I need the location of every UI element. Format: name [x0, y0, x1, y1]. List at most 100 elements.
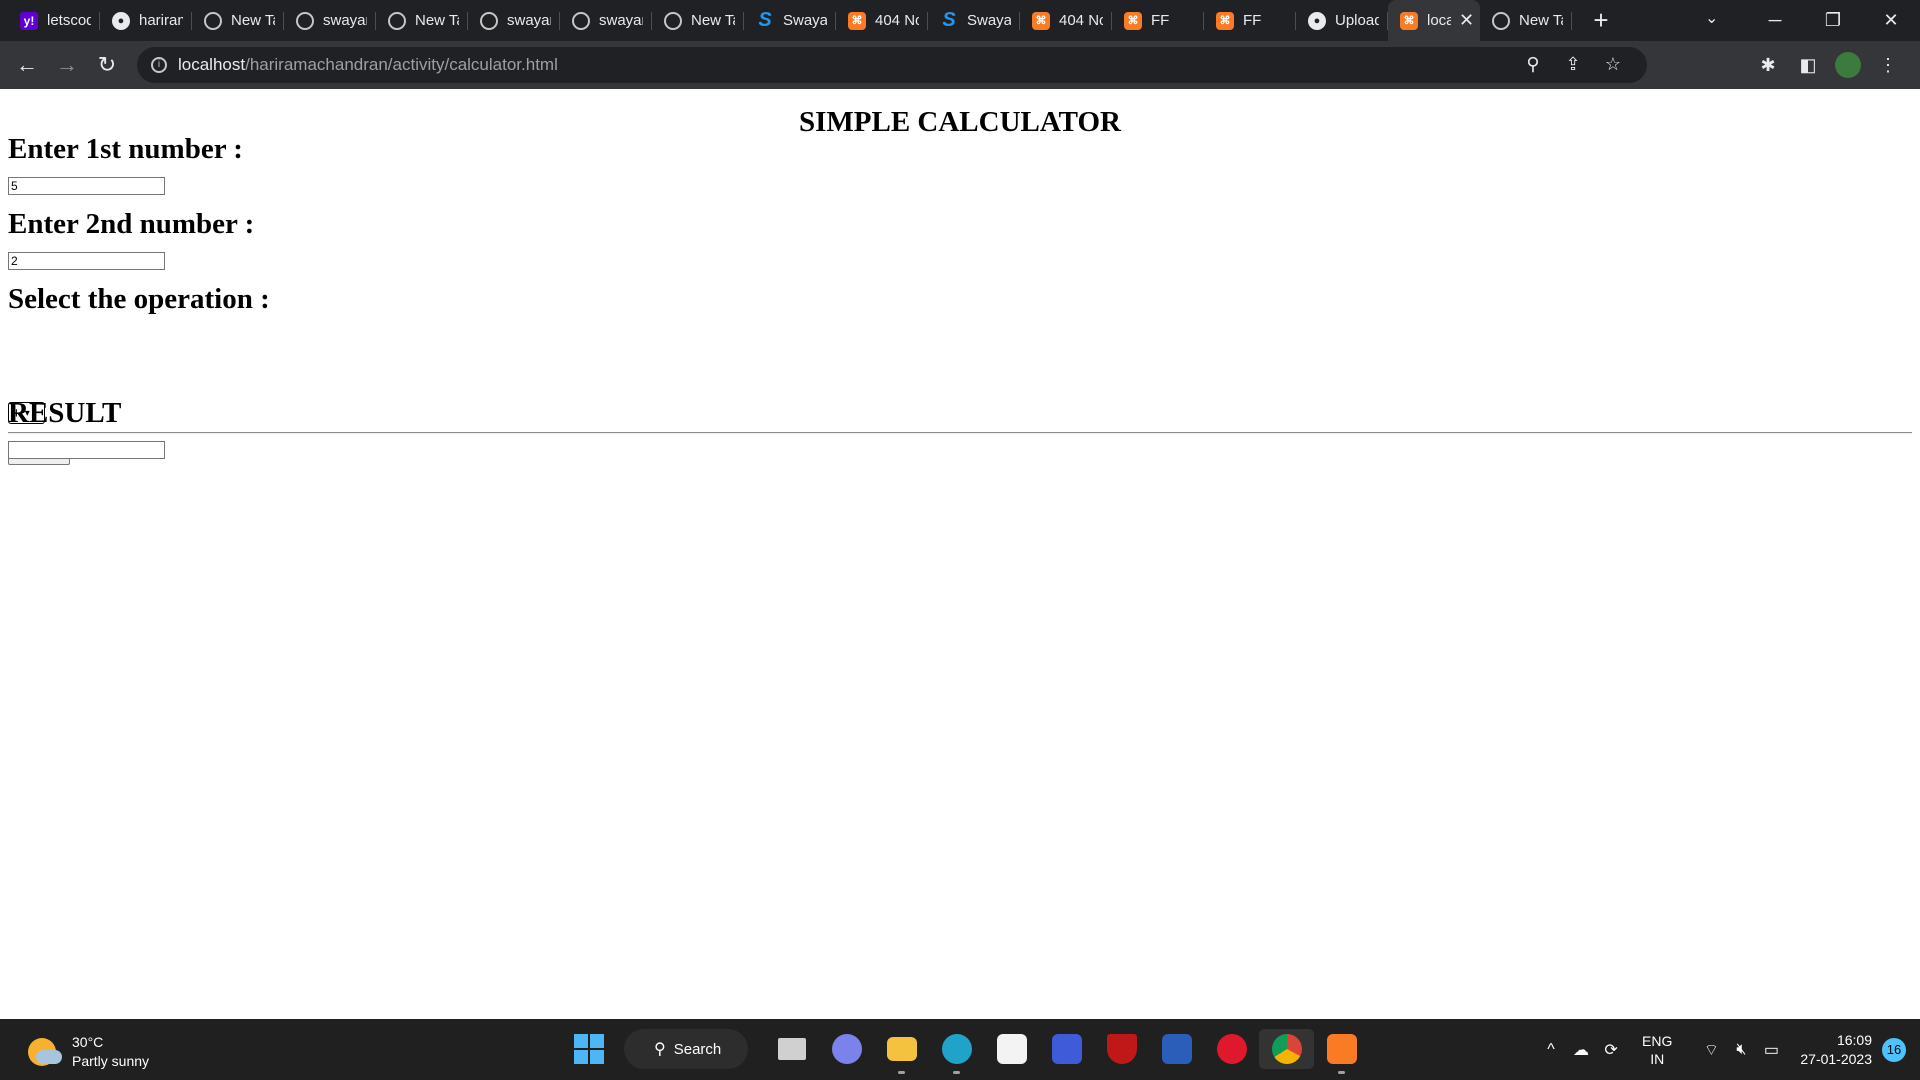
window-controls: ─ ❐ ✕ [1746, 0, 1920, 41]
editor-app-icon[interactable] [1039, 1029, 1094, 1069]
weather-text: 30°C Partly sunny [72, 1033, 149, 1071]
start-button[interactable] [574, 1034, 604, 1064]
browser-tab[interactable]: S Swayam [744, 0, 836, 41]
tab-search-chevron-icon[interactable]: ⌄ [1705, 8, 1718, 28]
onedrive-icon[interactable]: ☁ [1566, 1040, 1596, 1060]
globe-icon [204, 11, 222, 30]
browser-tab[interactable]: ● hariram [100, 0, 192, 41]
globe-icon [388, 11, 406, 30]
show-hidden-icons-icon[interactable]: ^ [1536, 1041, 1566, 1059]
taskbar-apps: ⚲ Search [574, 1029, 1369, 1074]
xampp-icon: ⌘ [1400, 11, 1418, 30]
edge-browser-icon[interactable] [929, 1029, 984, 1074]
file-explorer-icon[interactable] [874, 1029, 929, 1074]
address-bar-actions: ⚲ ⇪ ☆ [1513, 54, 1633, 75]
url-text[interactable]: localhost/hariramachandran/activity/calc… [178, 55, 558, 75]
browser-tab[interactable]: ⌘ localhost ✕ [1388, 0, 1480, 41]
task-view-icon[interactable] [764, 1029, 819, 1069]
xampp-icon[interactable] [1314, 1029, 1369, 1074]
close-tab-icon[interactable]: ✕ [1459, 10, 1474, 31]
browser-tabstrip: y! letscode ● hariram New Tab swayam New Tab sw… [0, 0, 1920, 41]
github-icon: ● [112, 11, 130, 30]
language-indicator[interactable]: ENG IN [1642, 1032, 1672, 1068]
notification-badge[interactable]: 16 [1882, 1037, 1906, 1062]
bookmark-star-icon[interactable]: ☆ [1593, 54, 1633, 75]
browser-tab[interactable]: ● Upload [1296, 0, 1388, 41]
tab-label: Swayam [783, 12, 827, 29]
browser-tab[interactable]: ⌘ FF [1204, 0, 1296, 41]
speaker-muted-icon[interactable]: 🔇︎ [1726, 1041, 1756, 1059]
browser-tab[interactable]: New Tab [376, 0, 468, 41]
wifi-icon[interactable]: ⌔ [1696, 1040, 1726, 1060]
url-host: localhost [178, 55, 246, 74]
browser-tab[interactable]: y! letscode [8, 0, 100, 41]
weather-condition: Partly sunny [72, 1053, 150, 1069]
page-content: SIMPLE CALCULATOR Enter 1st number : Ent… [0, 89, 1920, 1019]
share-icon[interactable]: ⇪ [1553, 54, 1593, 75]
github-icon: ● [1308, 11, 1326, 30]
globe-icon [480, 11, 498, 30]
tab-label: 404 Not [875, 12, 919, 29]
close-window-button[interactable]: ✕ [1862, 10, 1920, 31]
side-panel-icon[interactable]: ◧ [1788, 55, 1828, 76]
browser-tab[interactable]: ⌘ FF [1112, 0, 1204, 41]
tab-label: localhost [1427, 12, 1451, 29]
tab-list: y! letscode ● hariram New Tab swayam New Tab sw… [0, 0, 1572, 41]
profile-avatar[interactable] [1835, 52, 1861, 78]
browser-tab[interactable]: swayam [560, 0, 652, 41]
browser-tab[interactable]: New Tab [1480, 0, 1572, 41]
weather-temperature: 30°C [72, 1034, 104, 1050]
mcafee-icon[interactable] [1094, 1029, 1149, 1069]
minimize-button[interactable]: ─ [1746, 10, 1804, 31]
word-icon[interactable] [1149, 1029, 1204, 1069]
xampp-icon: ⌘ [1124, 11, 1142, 30]
first-number-input[interactable] [8, 177, 165, 195]
taskbar-search[interactable]: ⚲ Search [624, 1029, 748, 1069]
browser-tab[interactable]: S Swayam [928, 0, 1020, 41]
browser-tab[interactable]: New Tab [652, 0, 744, 41]
address-bar[interactable]: i localhost/hariramachandran/activity/ca… [137, 47, 1647, 83]
tab-label: swayam [507, 12, 551, 29]
forward-button[interactable]: → [53, 51, 81, 79]
result-output[interactable] [8, 441, 165, 459]
back-button[interactable]: ← [13, 51, 41, 79]
first-number-label: Enter 1st number : [8, 133, 243, 165]
weather-widget[interactable]: 30°C Partly sunny [28, 1033, 149, 1071]
result-heading: RESULT [8, 397, 122, 429]
chrome-icon[interactable] [1259, 1029, 1314, 1069]
xampp-icon: ⌘ [1032, 11, 1050, 30]
zoom-icon[interactable]: ⚲ [1513, 54, 1553, 75]
restore-button[interactable]: ❐ [1804, 10, 1862, 31]
toolbar-right-icons: ✱ ◧ ⋮ [1748, 52, 1908, 78]
new-tab-button[interactable]: + [1586, 5, 1616, 36]
tab-label: New Tab [415, 12, 459, 29]
site-info-icon[interactable]: i [151, 57, 167, 73]
globe-icon [296, 11, 314, 30]
microsoft-store-icon[interactable] [984, 1029, 1039, 1069]
opera-icon[interactable] [1204, 1029, 1259, 1069]
browser-tab[interactable]: ⌘ 404 Not [836, 0, 928, 41]
yahoo-icon: y! [20, 11, 38, 30]
second-number-input[interactable] [8, 252, 165, 270]
sync-icon[interactable]: ⟳ [1596, 1040, 1626, 1060]
battery-icon[interactable]: ▭ [1756, 1040, 1786, 1060]
tab-label: hariram [139, 12, 183, 29]
teams-chat-icon[interactable] [819, 1029, 874, 1069]
swayam-icon: S [942, 9, 956, 31]
menu-kebab-icon[interactable]: ⋮ [1868, 55, 1908, 76]
swayam-icon: S [758, 9, 772, 31]
browser-tab[interactable]: ⌘ 404 Not [1020, 0, 1112, 41]
tab-label: New Tab [231, 12, 275, 29]
system-tray: ^ ☁ ⟳ ENG IN ⌔ 🔇︎ ▭ 16:09 27-01-2023 16 [1536, 1019, 1920, 1080]
language-code: ENG [1642, 1032, 1673, 1049]
browser-tab[interactable]: swayam [468, 0, 560, 41]
horizontal-rule [8, 432, 1912, 434]
browser-tab[interactable]: swayam [284, 0, 376, 41]
tab-label: swayam [323, 12, 367, 29]
extensions-icon[interactable]: ✱ [1748, 55, 1788, 76]
browser-tab[interactable]: New Tab [192, 0, 284, 41]
second-number-label: Enter 2nd number : [8, 208, 255, 240]
xampp-icon: ⌘ [848, 11, 866, 30]
clock[interactable]: 16:09 27-01-2023 [1800, 1031, 1872, 1069]
reload-button[interactable]: ↻ [93, 51, 121, 79]
